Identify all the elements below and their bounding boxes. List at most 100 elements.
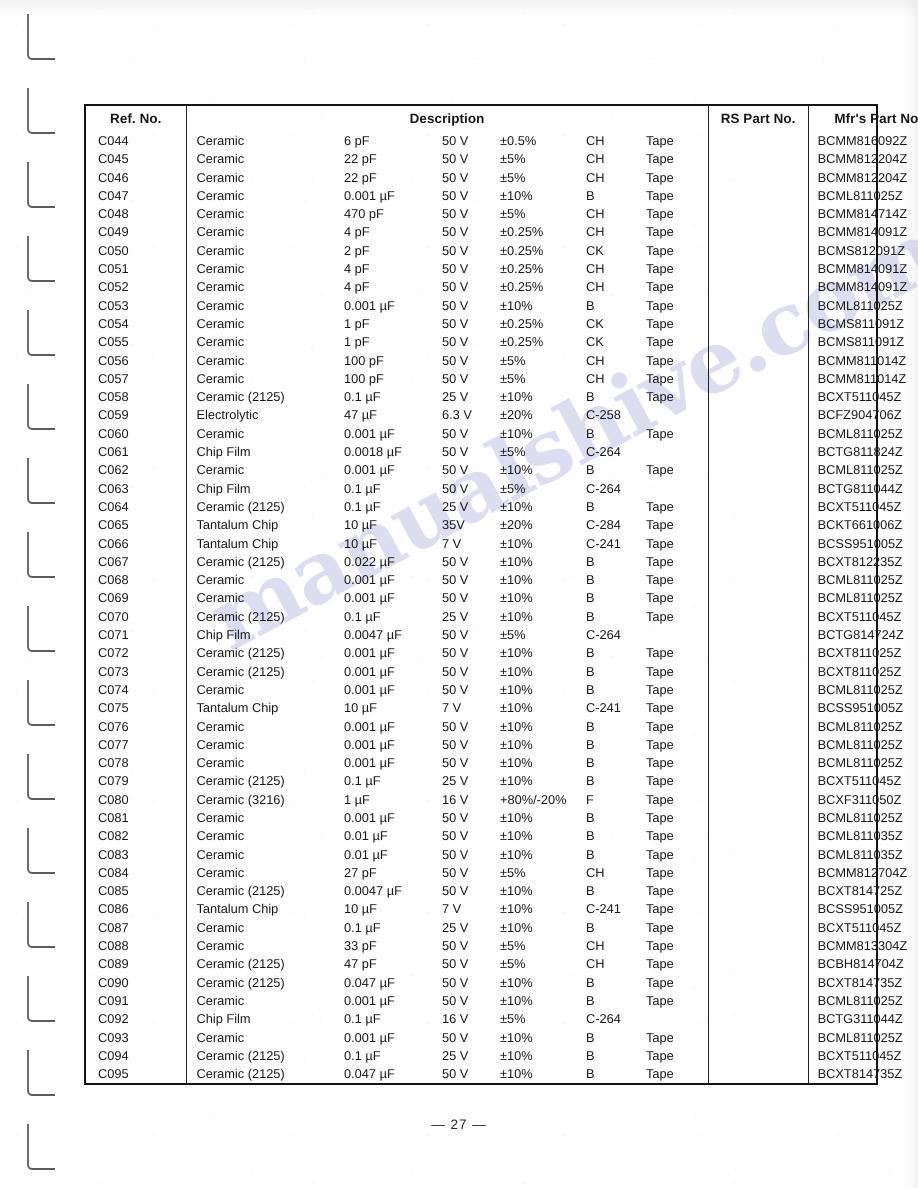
cell-code: B bbox=[586, 736, 595, 752]
cell-mfr-part-no: BCTG811044Z bbox=[807, 479, 918, 498]
cell-tolerance: ±10% bbox=[500, 718, 533, 734]
cell-value: 0.01 µF bbox=[344, 828, 388, 844]
cell-type: Ceramic (2125) bbox=[185, 1046, 336, 1066]
cell-code: CH bbox=[586, 224, 605, 240]
cell-type: Ceramic (2125) bbox=[185, 1065, 336, 1084]
cell-ref-no: C052 bbox=[98, 279, 129, 295]
cell-type: Ceramic bbox=[185, 424, 336, 444]
cell-rs-part-no bbox=[707, 186, 809, 206]
cell-rs-part-no bbox=[707, 717, 809, 736]
cell-type: Ceramic bbox=[185, 186, 336, 206]
cell-rs-part-no bbox=[707, 955, 809, 974]
cell-value: 0.1 µF bbox=[344, 389, 381, 405]
table-row: C081 Ceramic 0.001 µF 50 V ±10% B Tape BCML8110… bbox=[86, 808, 918, 828]
cell-ref-no: C085 bbox=[98, 883, 129, 899]
cell-packaging: Tape bbox=[646, 883, 674, 899]
cell-tolerance: ±10% bbox=[500, 553, 533, 569]
cell-voltage: 50 V bbox=[442, 572, 469, 588]
cell-mfr-part-no: BCSS951005Z bbox=[807, 699, 918, 718]
cell-rs-part-no bbox=[707, 571, 809, 590]
cell-tolerance: ±10% bbox=[500, 498, 533, 514]
cell-mfr-part-no: BCMM814091Z bbox=[807, 223, 918, 242]
cell-type: Ceramic bbox=[185, 845, 336, 864]
cell-code: B bbox=[586, 297, 595, 313]
table-row: C045 Ceramic 22 pF 50 V ±5% CH Tape BCMM812204Z bbox=[86, 150, 918, 169]
cell-type: Ceramic bbox=[185, 314, 336, 334]
cell-packaging: Tape bbox=[646, 718, 674, 734]
cell-tolerance: ±10% bbox=[500, 1029, 533, 1045]
cell-tolerance: ±10% bbox=[500, 572, 533, 588]
cell-rs-part-no bbox=[707, 132, 809, 151]
cell-mfr-part-no: BCMM811014Z bbox=[807, 369, 918, 389]
cell-ref-no: C066 bbox=[98, 535, 129, 551]
binding-punch-mark bbox=[27, 384, 55, 430]
cell-value: 4 pF bbox=[344, 279, 370, 295]
cell-ref-no: C056 bbox=[98, 352, 129, 368]
cell-voltage: 50 V bbox=[442, 352, 469, 368]
table-row: C050 Ceramic 2 pF 50 V ±0.25% CK Tape BCMS81209… bbox=[86, 241, 918, 261]
cell-type: Ceramic bbox=[185, 937, 336, 956]
cell-packaging: Tape bbox=[646, 242, 674, 258]
cell-mfr-part-no: BCML811025Z bbox=[807, 735, 918, 755]
cell-voltage: 50 V bbox=[442, 718, 469, 734]
cell-type: Ceramic bbox=[185, 241, 336, 261]
cell-ref-no: C069 bbox=[98, 590, 129, 606]
cell-code: CH bbox=[586, 938, 605, 954]
table-row: C068 Ceramic 0.001 µF 50 V ±10% B Tape BCML8110… bbox=[86, 571, 918, 590]
binding-punch-mark bbox=[27, 606, 55, 652]
cell-voltage: 50 V bbox=[442, 645, 469, 661]
cell-ref-no: C095 bbox=[98, 1066, 129, 1082]
cell-voltage: 50 V bbox=[442, 462, 469, 478]
cell-rs-part-no bbox=[707, 882, 809, 901]
cell-tolerance: ±0.25% bbox=[500, 279, 544, 295]
cell-rs-part-no bbox=[707, 845, 809, 864]
cell-code: CK bbox=[586, 315, 604, 331]
cell-value: 0.001 µF bbox=[344, 187, 395, 203]
cell-value: 0.001 µF bbox=[344, 572, 395, 588]
cell-tolerance: ±5% bbox=[500, 444, 526, 460]
cell-mfr-part-no: BCXT511045Z bbox=[807, 918, 918, 938]
table-row: C059 Electrolytic 47 µF 6.3 V ±20% C-258 BCFZ9… bbox=[86, 406, 918, 425]
cell-value: 0.001 µF bbox=[344, 681, 395, 697]
cell-packaging bbox=[644, 1010, 708, 1028]
table-row: C067 Ceramic (2125) 0.022 µF 50 V ±10% B Tape B… bbox=[86, 552, 918, 572]
cell-value: 0.047 µF bbox=[344, 974, 395, 990]
cell-type: Tantalum Chip bbox=[185, 516, 336, 535]
cell-rs-part-no bbox=[707, 827, 809, 846]
cell-tolerance: ±10% bbox=[500, 535, 533, 551]
cell-ref-no: C083 bbox=[98, 846, 129, 862]
cell-rs-part-no bbox=[707, 991, 809, 1011]
cell-type: Chip Film bbox=[185, 626, 336, 645]
cell-voltage: 50 V bbox=[442, 828, 469, 844]
cell-mfr-part-no: BCXT511045Z bbox=[807, 1046, 918, 1066]
cell-tolerance: ±5% bbox=[500, 206, 526, 222]
cell-mfr-part-no: BCML811025Z bbox=[807, 717, 918, 736]
cell-ref-no: C064 bbox=[98, 498, 129, 514]
cell-value: 27 pF bbox=[344, 864, 377, 880]
cell-rs-part-no bbox=[707, 223, 809, 242]
cell-rs-part-no bbox=[707, 772, 809, 791]
cell-packaging: Tape bbox=[646, 938, 674, 954]
cell-code: B bbox=[586, 1029, 595, 1045]
cell-packaging: Tape bbox=[646, 462, 674, 478]
cell-rs-part-no bbox=[707, 552, 809, 572]
cell-voltage: 50 V bbox=[442, 627, 469, 643]
cell-rs-part-no bbox=[707, 808, 809, 828]
cell-type: Ceramic bbox=[185, 150, 336, 169]
cell-tolerance: ±5% bbox=[500, 956, 526, 972]
cell-packaging: Tape bbox=[646, 535, 674, 551]
cell-mfr-part-no: BCMM812704Z bbox=[807, 863, 918, 883]
cell-ref-no: C078 bbox=[98, 755, 129, 771]
table-row: C079 Ceramic (2125) 0.1 µF 25 V ±10% B Tape BCX… bbox=[86, 772, 918, 791]
cell-type: Ceramic (2125) bbox=[185, 388, 336, 407]
cell-voltage: 50 V bbox=[442, 736, 469, 752]
cell-tolerance: ±10% bbox=[500, 663, 533, 679]
cell-code: CH bbox=[586, 864, 605, 880]
binding-punch-mark bbox=[27, 532, 55, 578]
cell-packaging: Tape bbox=[646, 261, 674, 277]
table-row: C091 Ceramic 0.001 µF 50 V ±10% B Tape BCML8110… bbox=[86, 991, 918, 1011]
cell-value: 0.1 µF bbox=[344, 773, 381, 789]
cell-value: 4 pF bbox=[344, 224, 370, 240]
cell-value: 0.001 µF bbox=[344, 297, 395, 313]
cell-voltage: 6.3 V bbox=[442, 407, 472, 423]
